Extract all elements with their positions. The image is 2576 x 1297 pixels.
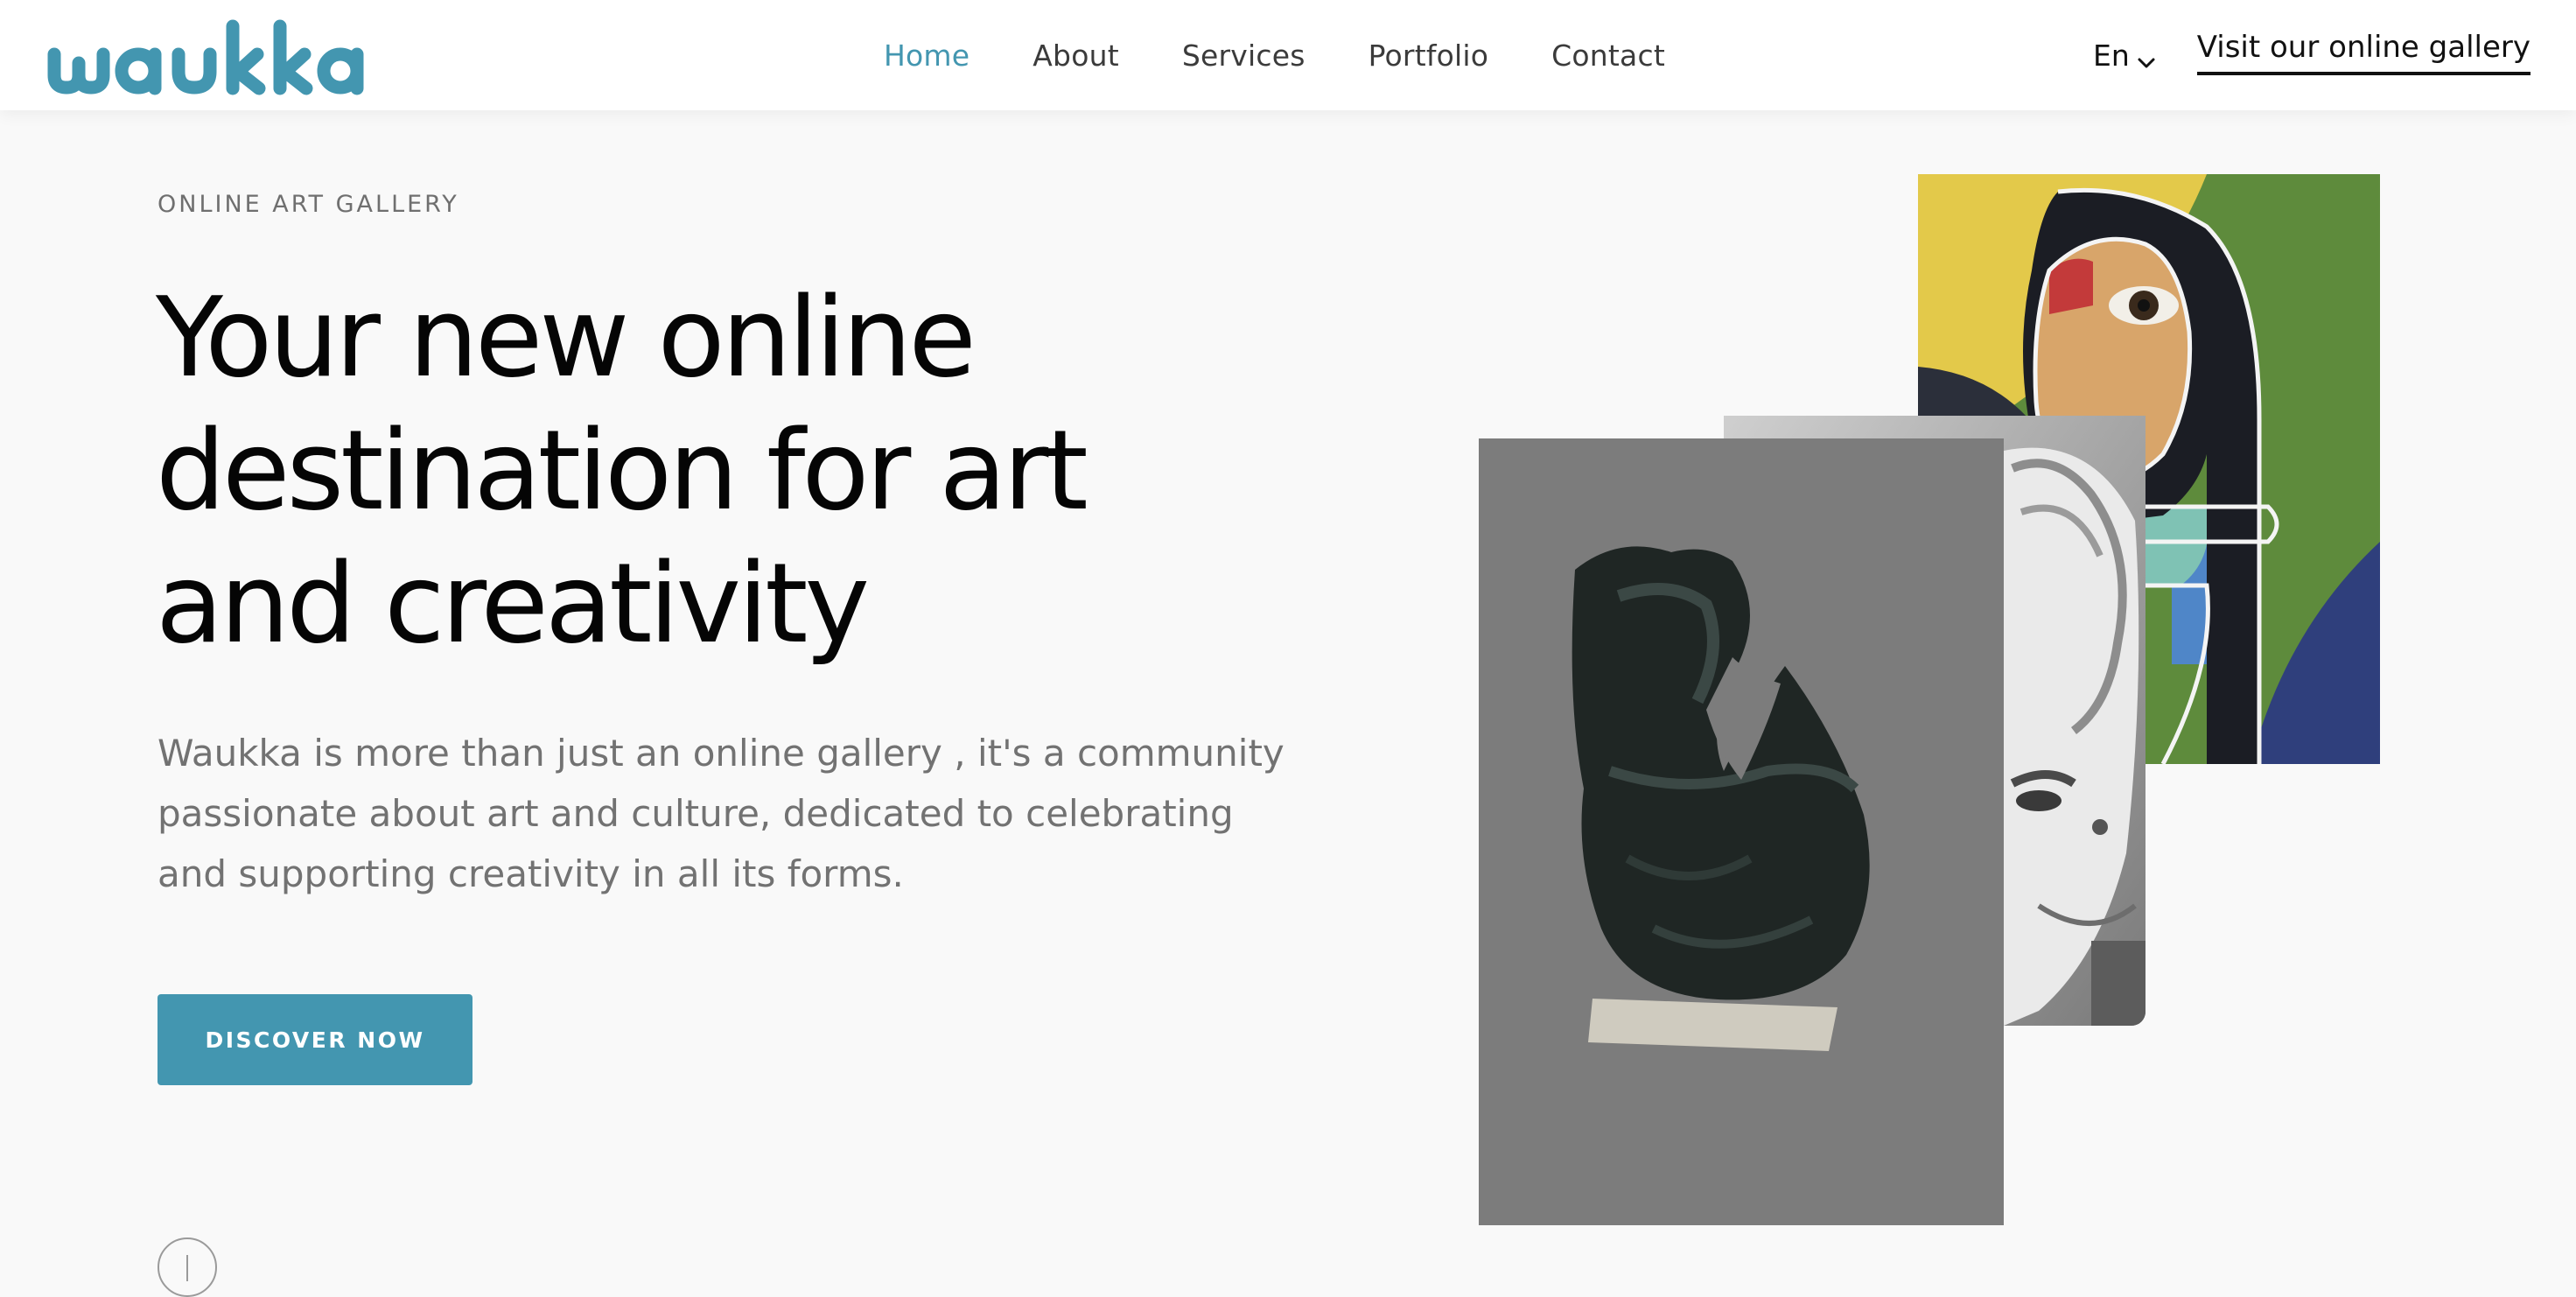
nav-about[interactable]: About — [1032, 39, 1119, 73]
logo-wordmark — [47, 19, 364, 95]
site-header: Home About Services Portfolio Contact En… — [0, 0, 2576, 110]
discover-now-button[interactable]: DISCOVER NOW — [158, 994, 472, 1085]
waukka-logo[interactable] — [47, 18, 368, 96]
nav-contact[interactable]: Contact — [1551, 39, 1665, 73]
nav-services[interactable]: Services — [1182, 39, 1306, 73]
nav-portfolio[interactable]: Portfolio — [1368, 39, 1489, 73]
language-selector[interactable]: En — [2093, 0, 2156, 110]
dark-bronze-sculpture[interactable] — [1479, 438, 2004, 1225]
visit-gallery-link[interactable]: Visit our online gallery — [2196, 30, 2530, 75]
hero-title: Your new online destination for art and … — [156, 273, 1088, 668]
chevron-down-icon — [2137, 46, 2156, 68]
hero-description: Waukka is more than just an online galle… — [158, 732, 1284, 895]
main-navigation: Home About Services Portfolio Contact — [884, 0, 1728, 110]
nav-home[interactable]: Home — [884, 39, 970, 73]
scroll-down-icon[interactable] — [158, 1237, 217, 1297]
hero-eyebrow: ONLINE ART GALLERY — [158, 191, 459, 218]
language-label: En — [2093, 38, 2130, 73]
